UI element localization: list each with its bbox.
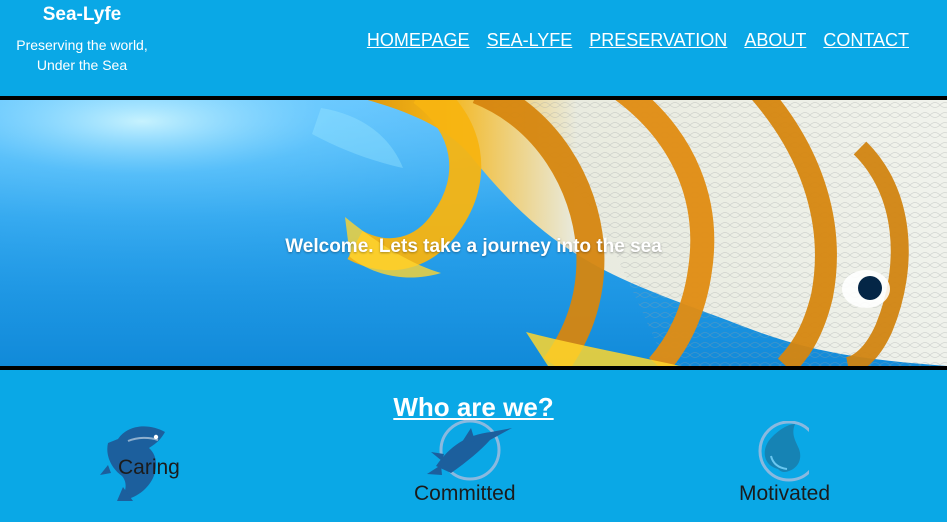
water-drop-icon — [758, 420, 820, 482]
brand-tagline: Preserving the world, Under the Sea — [16, 37, 148, 73]
brand-title: Sea-Lyfe — [42, 4, 122, 25]
who-are-we-heading: Who are we? — [393, 391, 554, 422]
hero-welcome-message: Welcome. Lets take a journey into the se… — [285, 236, 662, 257]
caring-feature: Caring — [98, 421, 258, 521]
nav-contact-link[interactable]: CONTACT — [823, 30, 909, 50]
nav-homepage-link[interactable]: HOMEPAGE — [367, 30, 470, 50]
nav-preservation-link[interactable]: PRESERVATION — [589, 30, 727, 50]
site-header: Sea-Lyfe Preserving the world, Under the… — [0, 0, 947, 96]
caring-label: Caring — [118, 456, 180, 479]
main-navigation: HOMEPAGE SEA-LYFE PRESERVATION ABOUT CON… — [367, 30, 909, 50]
sea-lyfe-page: Sea-Lyfe Preserving the world, Under the… — [0, 0, 947, 522]
swordfish-icon — [427, 419, 512, 481]
nav-about-link[interactable]: ABOUT — [744, 30, 806, 50]
motivated-feature: Motivated — [739, 420, 899, 521]
hero-banner: Welcome. Lets take a journey into the se… — [0, 96, 947, 370]
committed-feature: Committed — [414, 419, 574, 520]
committed-label: Committed — [414, 482, 516, 505]
butterfly-fish-image — [0, 100, 947, 366]
brand-block: Sea-Lyfe Preserving the world, Under the… — [0, 0, 164, 75]
motivated-label: Motivated — [739, 482, 831, 505]
nav-sea-lyfe-link[interactable]: SEA-LYFE — [487, 30, 573, 50]
